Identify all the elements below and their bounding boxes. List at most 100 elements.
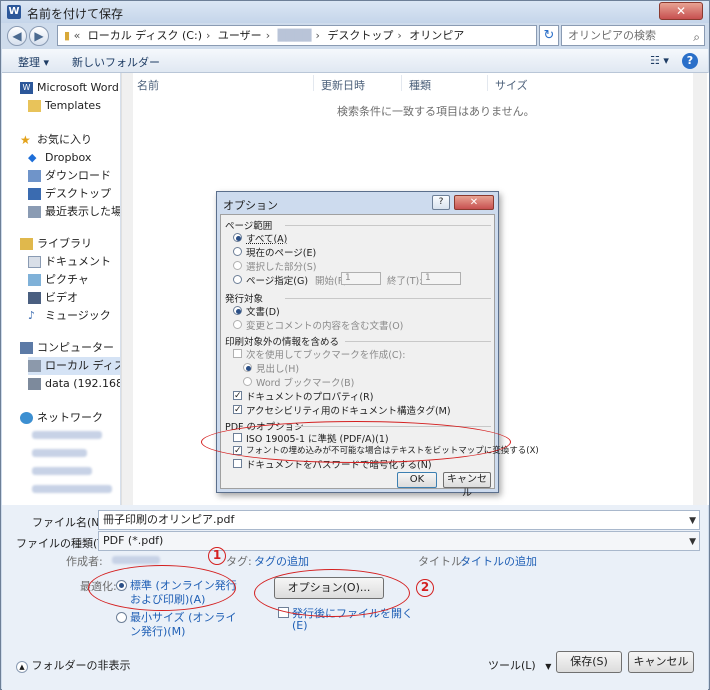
range-pages-label[interactable]: ページ指定(G) (246, 273, 308, 287)
blurred-network-item[interactable] (32, 485, 112, 493)
bookmarks-headings-radio[interactable] (243, 363, 252, 372)
column-divider[interactable] (401, 75, 402, 91)
dialog-help-button[interactable]: ? (432, 195, 450, 210)
chevron-up-icon: ▲ (16, 661, 28, 673)
sidebar-item-network-drive[interactable]: data (192.168.1 (28, 375, 120, 393)
navigation-scrollbar[interactable] (121, 73, 133, 505)
blurred-network-item[interactable] (32, 431, 102, 439)
blurred-network-item[interactable] (32, 467, 92, 475)
range-all-label[interactable]: すべて(A) (246, 231, 287, 245)
breadcrumb-users[interactable]: ユーザー (218, 29, 262, 42)
sidebar-item-music[interactable]: ♪ ミュージック (28, 307, 120, 325)
column-divider[interactable] (487, 75, 488, 91)
blurred-network-item[interactable] (32, 449, 87, 457)
dialog-close-button[interactable]: ✕ (454, 195, 494, 210)
tools-menu[interactable]: ツール(L) ▼ (488, 657, 551, 673)
sidebar-item-dropbox[interactable]: ◆ Dropbox (28, 149, 120, 167)
pictures-icon (28, 274, 41, 286)
sidebar-item-computer[interactable]: コンピューター (20, 339, 120, 357)
breadcrumb-desktop[interactable]: デスクトップ (327, 29, 393, 42)
publish-document-label[interactable]: 文書(D) (246, 304, 280, 318)
chevron-down-icon[interactable]: ▼ (689, 512, 696, 530)
help-icon[interactable]: ? (682, 53, 698, 69)
create-bookmarks-checkbox[interactable] (233, 349, 242, 358)
search-input[interactable]: オリンピアの検索 ⌕ (561, 25, 705, 46)
sidebar-item-recent-places[interactable]: 最近表示した場所 (28, 203, 120, 221)
bookmarks-word-radio[interactable] (243, 377, 252, 386)
range-all-radio[interactable] (233, 233, 242, 242)
range-current-radio[interactable] (233, 247, 242, 256)
hide-folders-toggle[interactable]: ▲ フォルダーの非表示 (16, 657, 131, 673)
optimize-minimum-label-line2[interactable]: ン発行)(M) (130, 623, 185, 639)
navigation-pane: W Microsoft Word Templates ★ お気に入り ◆ Dro… (2, 73, 121, 505)
sidebar-item-videos[interactable]: ビデオ (28, 289, 120, 307)
sidebar-item-desktop[interactable]: デスクトップ (28, 185, 120, 203)
breadcrumb-separator[interactable]: › (397, 29, 401, 42)
cancel-button[interactable]: キャンセル (628, 651, 694, 673)
organize-button[interactable]: 整理 ▾ (18, 54, 49, 70)
breadcrumb-separator[interactable]: › (315, 29, 319, 42)
doc-properties-checkbox[interactable]: ✓ (233, 391, 242, 401)
range-to-spinner[interactable]: 1 (421, 272, 461, 285)
publish-markup-radio[interactable] (233, 320, 242, 329)
star-icon: ★ (20, 133, 31, 147)
recent-places-icon (28, 206, 41, 218)
sidebar-item-local-disk[interactable]: ローカル ディスク (28, 357, 120, 375)
column-divider[interactable] (313, 75, 314, 91)
add-title-link[interactable]: タイトルの追加 (460, 553, 537, 569)
publish-document-radio[interactable] (233, 306, 242, 315)
filetype-select[interactable]: PDF (*.pdf) ▼ (98, 531, 700, 551)
forward-arrow-icon: ▶ (34, 29, 44, 43)
doc-structure-checkbox[interactable]: ✓ (233, 405, 242, 415)
new-folder-button[interactable]: 新しいフォルダー (72, 54, 160, 70)
view-options-button[interactable]: ☷ ▾ (650, 54, 669, 67)
breadcrumb-olympia[interactable]: オリンピア (409, 29, 464, 42)
sidebar-item-network[interactable]: ネットワーク (20, 409, 120, 427)
back-button[interactable]: ◀ (7, 26, 27, 46)
filename-input[interactable]: 冊子印刷のオリンピア.pdf ▼ (98, 510, 700, 530)
options-dialog-title: オプション (223, 199, 278, 212)
doc-properties-label[interactable]: ドキュメントのプロパティ(R) (246, 389, 373, 403)
column-type[interactable]: 種類 (409, 77, 431, 93)
sidebar-item-microsoft-word[interactable]: W Microsoft Word (20, 79, 120, 97)
sidebar-item-templates[interactable]: Templates (28, 97, 120, 115)
range-pages-radio[interactable] (233, 275, 242, 284)
column-date-modified[interactable]: 更新日時 (321, 77, 365, 93)
range-selection-radio[interactable] (233, 261, 242, 270)
range-current-label[interactable]: 現在のページ(E) (246, 245, 316, 259)
publish-markup-label[interactable]: 変更とコメントの内容を含む文書(O) (246, 318, 403, 332)
range-selection-label[interactable]: 選択した部分(S) (246, 259, 316, 273)
bookmarks-headings-label[interactable]: 見出し(H) (256, 361, 299, 375)
forward-button[interactable]: ▶ (29, 26, 49, 46)
refresh-button[interactable]: ↻ (539, 25, 559, 46)
address-bar[interactable]: ▮ « ローカル ディスク (C:) › ユーザー › ████ › デスクトップ › … (57, 25, 537, 46)
breadcrumb-separator[interactable]: › (266, 29, 270, 42)
search-icon: ⌕ (693, 30, 700, 44)
optimize-minimum-radio[interactable] (116, 612, 127, 623)
column-size[interactable]: サイズ (495, 77, 528, 93)
breadcrumb-separator[interactable]: › (206, 29, 210, 42)
column-name[interactable]: 名前 (137, 77, 159, 93)
sidebar-item-favorites[interactable]: ★ お気に入り (20, 131, 120, 149)
sidebar-item-pictures[interactable]: ピクチャ (28, 271, 120, 289)
doc-structure-label[interactable]: アクセシビリティ用のドキュメント構造タグ(M) (246, 403, 451, 417)
save-button[interactable]: 保存(S) (556, 651, 622, 673)
sidebar-item-downloads[interactable]: ダウンロード (28, 167, 120, 185)
add-tag-link[interactable]: タグの追加 (254, 553, 309, 569)
open-after-publish-label-line2[interactable]: (E) (292, 619, 308, 632)
sidebar-item-label: ダウンロード (45, 169, 111, 182)
create-bookmarks-label[interactable]: 次を使用してブックマークを作成(C): (246, 347, 405, 361)
bookmarks-word-label[interactable]: Word ブックマーク(B) (256, 375, 354, 389)
breadcrumb-username[interactable]: ████ (278, 29, 312, 42)
author-value[interactable] (112, 556, 160, 564)
breadcrumb-local-disk[interactable]: ローカル ディスク (C:) (88, 29, 202, 42)
sidebar-item-libraries[interactable]: ライブラリ (20, 235, 120, 253)
file-list-scrollbar[interactable] (693, 73, 707, 505)
encrypt-checkbox[interactable] (233, 459, 242, 468)
dialog-cancel-button[interactable]: キャンセル (443, 472, 491, 499)
chevron-down-icon[interactable]: ▼ (689, 533, 696, 551)
range-from-spinner[interactable]: 1 (341, 272, 381, 285)
close-button[interactable]: ✕ (659, 2, 703, 20)
sidebar-item-documents[interactable]: ドキュメント (28, 253, 120, 271)
dialog-ok-button[interactable]: OK (397, 472, 437, 488)
